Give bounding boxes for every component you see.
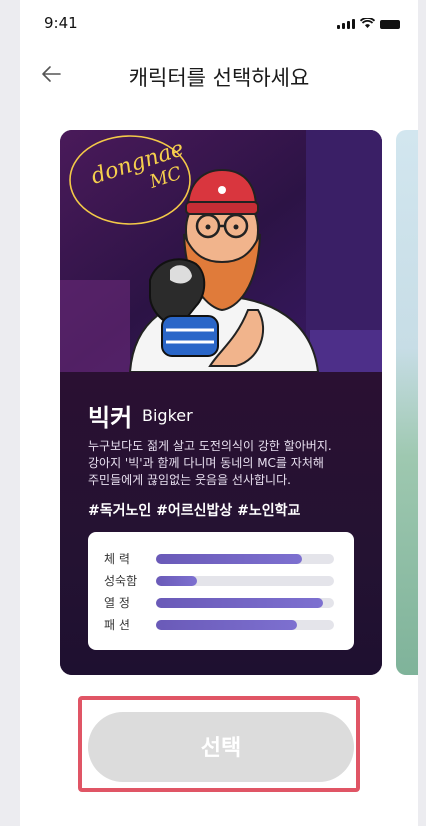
stat-track: [156, 576, 334, 586]
stat-label: 성숙함: [104, 574, 138, 588]
stat-row: 패 션: [104, 614, 340, 634]
battery-icon: [380, 20, 400, 29]
stat-bar: [156, 598, 324, 608]
wifi-icon: [360, 18, 375, 28]
character-name-english: Bigker: [142, 406, 193, 425]
highlight-box: [78, 696, 360, 792]
stat-row: 성숙함: [104, 570, 340, 590]
character-info: 빅커 Bigker 누구보다도 젊게 살고 도전의식이 강한 할아버지. 강아지…: [60, 372, 382, 675]
description-line: 누구보다도 젊게 살고 도전의식이 강한 할아버지.: [88, 439, 332, 453]
status-icons: [337, 18, 400, 29]
stat-row: 체 력: [104, 548, 340, 568]
character-name: 빅커: [88, 404, 133, 432]
description-line: 주민들에게 끊임없는 웃음을 선사합니다.: [88, 473, 291, 487]
stats-panel: 체 력 성숙함 열 정 패 션: [88, 532, 354, 650]
character-tags: #독거노인 #어르신밥상 #노인학교: [88, 503, 301, 519]
stat-track: [156, 620, 334, 630]
stat-row: 열 정: [104, 592, 340, 612]
status-time: 9:41: [44, 14, 78, 32]
character-card[interactable]: dongnae MC 빅커 Bigker 누구보다도 젊게 살고 도전의식이 강…: [60, 130, 382, 675]
signal-icon: [337, 19, 355, 29]
stat-bar: [156, 554, 302, 564]
stat-track: [156, 598, 334, 608]
status-bar: 9:41: [20, 0, 418, 44]
page-title: 캐릭터를 선택하세요: [128, 66, 310, 90]
stat-bar: [156, 576, 197, 586]
header: 캐릭터를 선택하세요: [20, 56, 418, 96]
stat-track: [156, 554, 334, 564]
stat-label: 패 션: [104, 618, 130, 632]
character-description: 누구보다도 젊게 살고 도전의식이 강한 할아버지. 강아지 '빅'과 함께 다…: [88, 438, 368, 489]
stat-label: 체 력: [104, 552, 130, 566]
character-illustration: dongnae MC: [60, 130, 382, 372]
next-character-card-peek[interactable]: [396, 130, 418, 675]
stat-bar: [156, 620, 297, 630]
description-line: 강아지 '빅'과 함께 다니며 동네의 MC를 자처해: [88, 456, 324, 470]
stat-label: 열 정: [104, 596, 130, 610]
